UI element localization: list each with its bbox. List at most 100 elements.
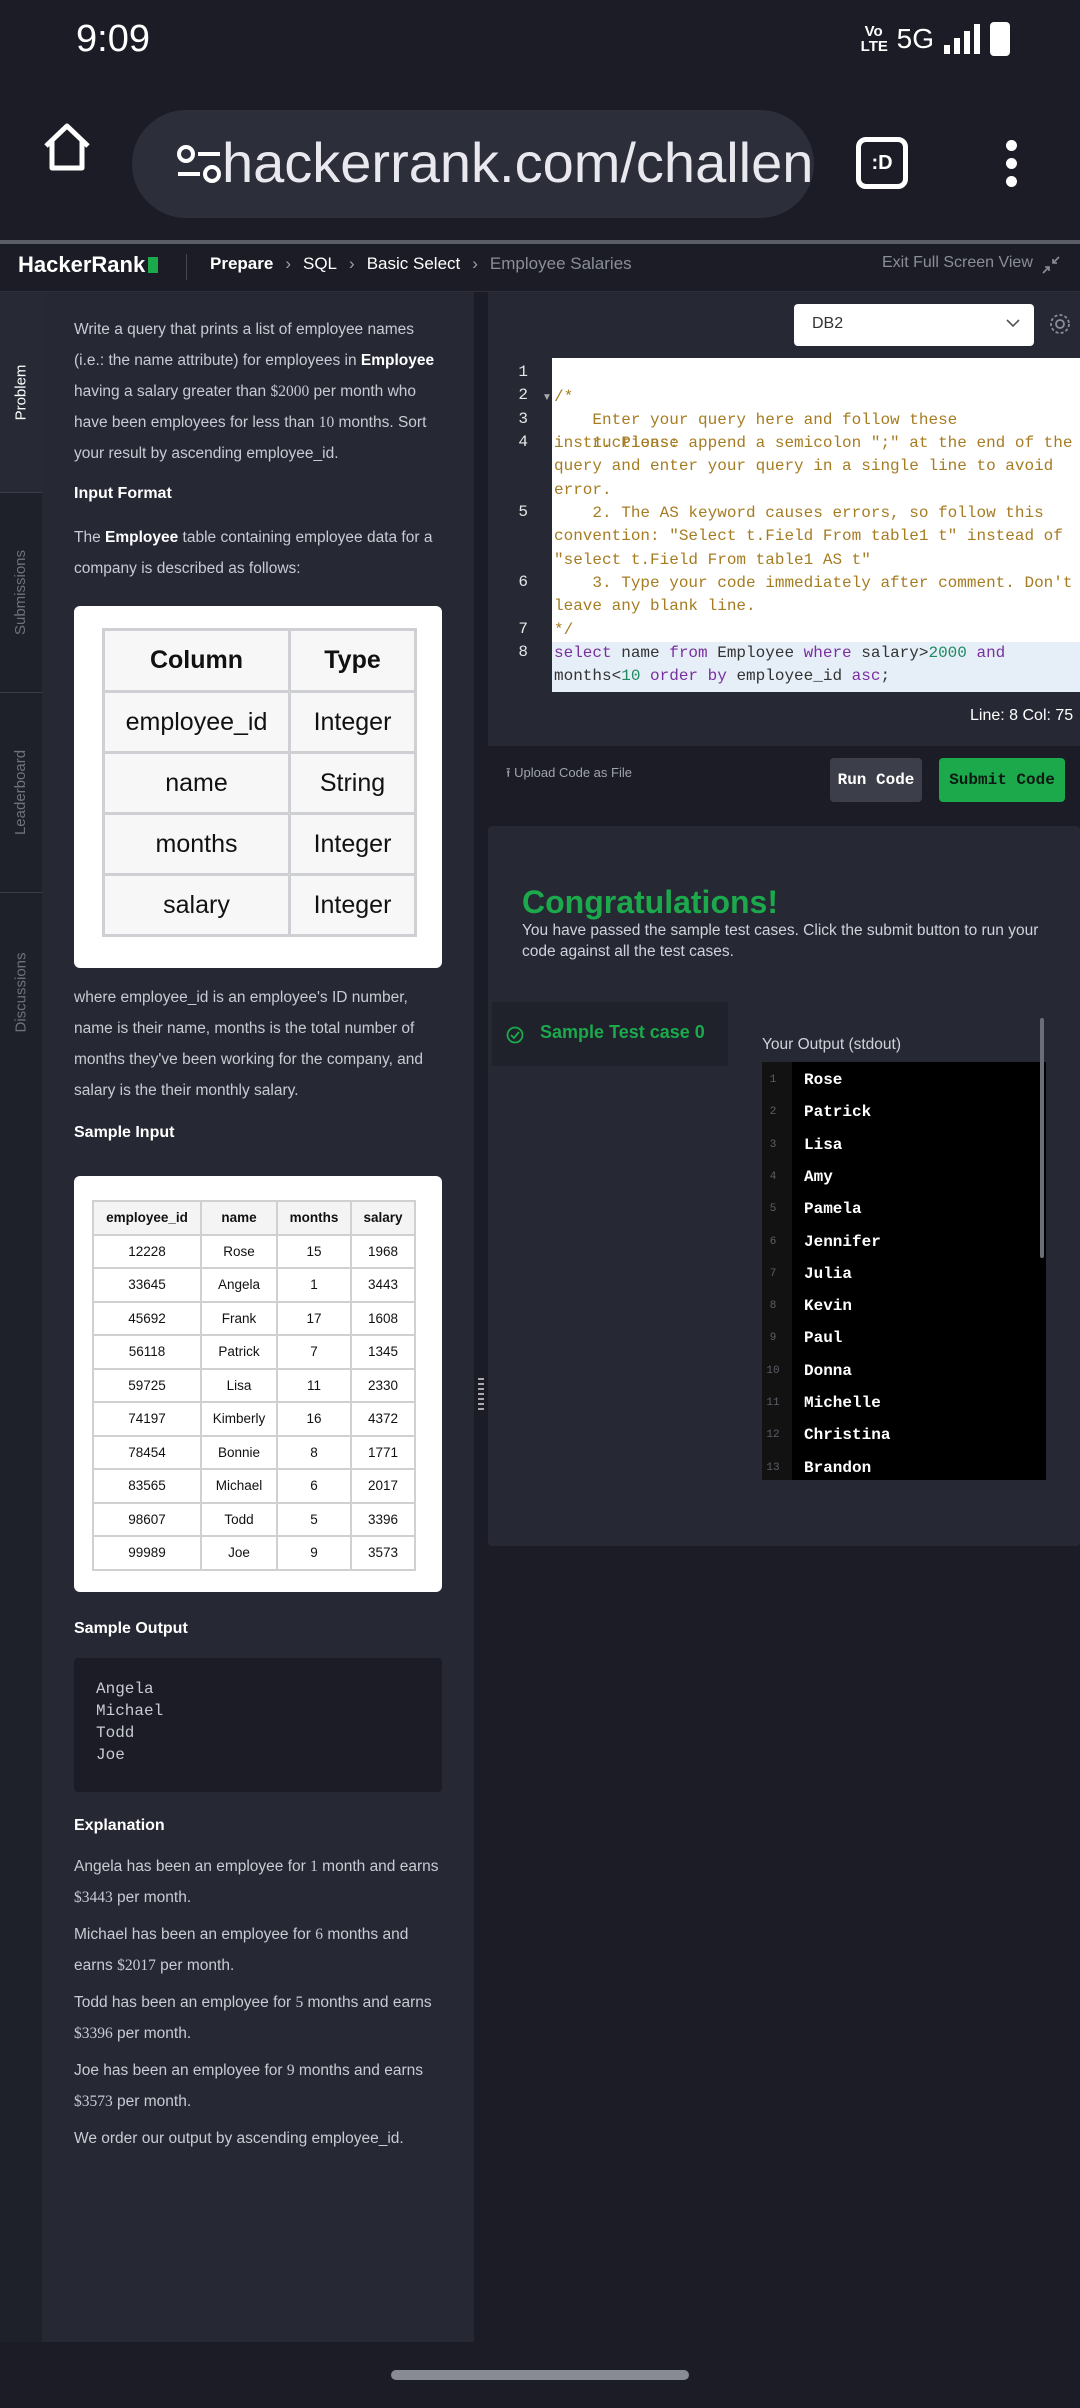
sample-cell: 6 [276, 1468, 352, 1504]
sample-row: 56118 Patrick 7 1345 [92, 1334, 416, 1370]
order-note: We order our output by ascending employe… [74, 2130, 404, 2147]
sample-header: name [200, 1200, 278, 1236]
output-line: 11 Michelle [762, 1389, 1046, 1421]
test-case-label: Sample Test case 0 [540, 1022, 705, 1042]
output-line-number: 3 [769, 1138, 777, 1151]
sample-row: 98607 Todd 5 3396 [92, 1501, 416, 1537]
sample-cell: 4372 [350, 1401, 416, 1437]
schema-row: employee_id Integer [102, 690, 417, 754]
sample-output-heading: Sample Output [74, 1620, 188, 1637]
schema-header-column: Column [102, 628, 291, 693]
output-line: 3 Lisa [762, 1131, 1046, 1163]
line-number: 4 [518, 433, 528, 451]
fold-arrow-icon[interactable]: ▼ [542, 392, 552, 403]
site-settings-icon[interactable] [174, 142, 224, 186]
sample-output-line: Joe [96, 1746, 125, 1764]
sample-cell: 3573 [350, 1535, 416, 1571]
output-line: 7 Julia [762, 1260, 1046, 1292]
line-number: 3 [518, 410, 528, 428]
schema-row: salary Integer [102, 873, 417, 937]
sample-cell: 78454 [92, 1434, 202, 1470]
breadcrumb-sql[interactable]: SQL [303, 254, 337, 274]
exit-fullscreen-link[interactable]: Exit Full Screen View [882, 254, 1033, 272]
sample-header: months [276, 1200, 352, 1236]
gear-icon[interactable] [1048, 312, 1072, 336]
breadcrumb-basic-select[interactable]: Basic Select [367, 254, 461, 274]
output-line-number: 11 [766, 1397, 780, 1409]
output-scrollbar[interactable] [1040, 1018, 1044, 1258]
code-line: 1. Please append a semicolon ";" at the … [554, 434, 1073, 499]
sample-cell: 83565 [92, 1468, 202, 1504]
tab-leaderboard[interactable]: Leaderboard [0, 692, 42, 892]
schema-table: Column Type employee_id Integer name Strin… [102, 628, 417, 937]
collapse-icon[interactable] [1042, 256, 1060, 274]
home-icon[interactable] [40, 120, 94, 174]
breadcrumb-prepare[interactable]: Prepare [210, 254, 273, 274]
line-number: 7 [518, 620, 528, 638]
drag-handle-icon[interactable] [478, 1378, 484, 1414]
output-line: 5 Pamela [762, 1195, 1046, 1227]
sample-row: 78454 Bonnie 8 1771 [92, 1434, 416, 1470]
sample-output-line: Michael [96, 1702, 164, 1720]
sample-cell: 17 [276, 1300, 352, 1336]
address-bar[interactable]: hackerrank.com/challenges/s [132, 110, 814, 218]
output-value: Donna [804, 1361, 853, 1380]
sample-header: salary [350, 1200, 416, 1236]
breadcrumb: Prepare › SQL › Basic Select › Employee … [210, 254, 632, 274]
sample-input-image: employee_id name months salary 12228 Rose… [74, 1176, 442, 1592]
explanation-item: Joe has been an employee for 9 months an… [74, 2062, 423, 2110]
sample-output-line: Todd [96, 1724, 135, 1742]
output-line: 10 Donna [762, 1357, 1046, 1389]
test-case-tab[interactable]: Sample Test case 0 [492, 1002, 728, 1066]
output-line-number: 10 [766, 1364, 780, 1377]
sample-cell: 5 [276, 1501, 352, 1537]
tab-discussions[interactable]: Discussions [0, 892, 42, 1092]
sample-cell: 1345 [350, 1334, 416, 1370]
signal-icon [944, 24, 980, 54]
code-editor[interactable]: /* Enter your query here and follow thes… [552, 358, 1080, 692]
output-line-number: 12 [766, 1429, 780, 1442]
output-line-number: 7 [769, 1267, 777, 1280]
hackerrank-logo[interactable]: HackerRank [18, 252, 159, 278]
output-value: Brandon [804, 1458, 872, 1477]
problem-statement: Write a query that prints a list of empl… [42, 292, 474, 2342]
sample-cell: 16 [276, 1401, 352, 1437]
line-number: 1 [518, 363, 528, 381]
stdout-output[interactable]: 1 Rose 2 Patrick 3 Lisa 4 Amy 5 Pamela 6 Jennifer 7 J… [762, 1062, 1046, 1480]
submit-code-button[interactable]: Submit Code [939, 758, 1065, 802]
chevron-right-icon: › [285, 254, 291, 273]
panel-splitter[interactable] [474, 292, 488, 2342]
more-menu-icon[interactable] [1004, 140, 1018, 190]
upload-code-link[interactable]: ⭱ Upload Code as File [506, 764, 632, 786]
explanation-heading: Explanation [74, 1817, 165, 1834]
tab-switcher-icon[interactable]: :D [856, 137, 908, 189]
schema-row: name String [102, 751, 417, 815]
schema-description: where employee_id is an employee's ID nu… [74, 989, 424, 1099]
tab-submissions[interactable]: Submissions [0, 492, 42, 692]
tab-problem[interactable]: Problem [0, 292, 42, 492]
output-value: Kevin [804, 1297, 853, 1316]
line-number-gutter: 1 2 3 4 5 6 7 8 [488, 358, 552, 692]
language-select[interactable]: DB2 [794, 304, 1034, 346]
sample-cell: Frank [200, 1300, 278, 1336]
output-line: 12 Christina [762, 1421, 1046, 1453]
sample-row: 99989 Joe 9 3573 [92, 1535, 416, 1571]
home-gesture-handle[interactable] [391, 2370, 689, 2380]
schema-header-type: Type [288, 628, 417, 693]
output-line: 2 Patrick [762, 1098, 1046, 1130]
sample-output-line: Angela [96, 1680, 154, 1698]
sample-cell: 1608 [350, 1300, 416, 1336]
run-code-button[interactable]: Run Code [830, 758, 922, 802]
output-line-number: 5 [769, 1203, 777, 1216]
check-circle-icon [506, 1026, 524, 1044]
line-number: 8 [518, 643, 528, 661]
sample-cell: 99989 [92, 1535, 202, 1571]
sample-cell: 11 [276, 1367, 352, 1403]
cursor-position: Line: 8 Col: 75 [970, 707, 1074, 724]
sample-cell: 9 [276, 1535, 352, 1571]
sample-cell: 45692 [92, 1300, 202, 1336]
volte-icon: Vo LTE [860, 23, 888, 55]
sample-cell: 1968 [350, 1233, 416, 1269]
sample-cell: Lisa [200, 1367, 278, 1403]
code-line: 2. The AS keyword causes errors, so foll… [554, 504, 1073, 569]
